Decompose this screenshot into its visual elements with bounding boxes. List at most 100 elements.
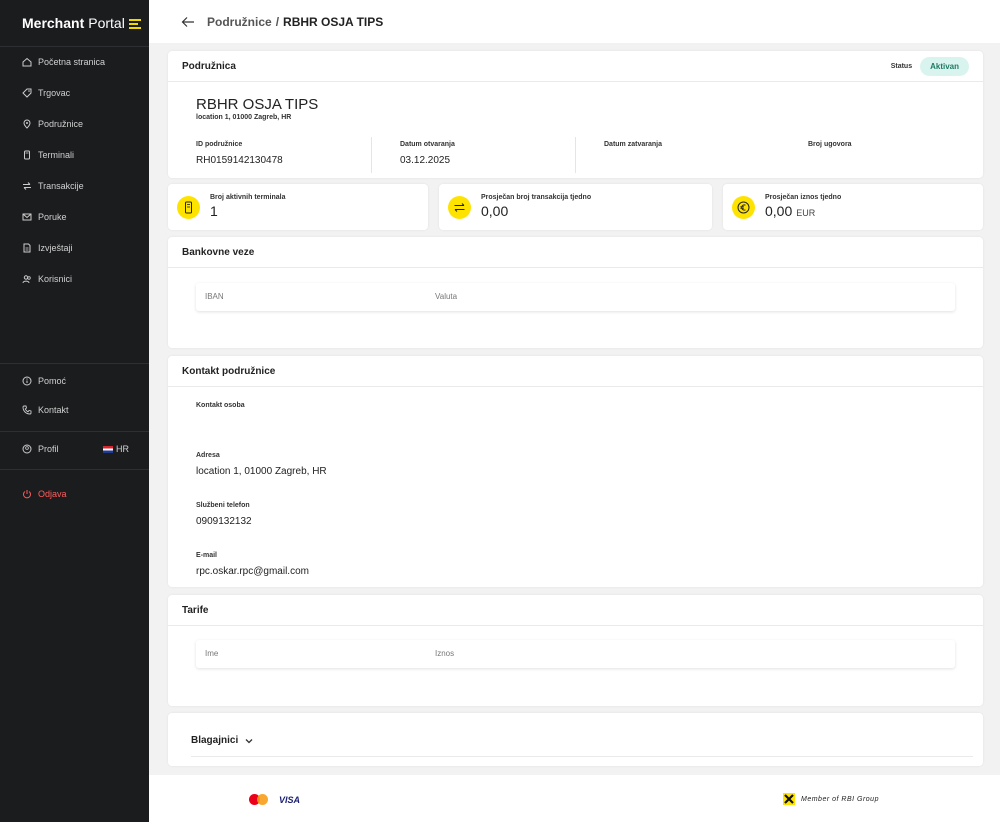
field-label: Datum zatvaranja [604,141,662,148]
sidebar-item-reports[interactable]: Izvještaji [22,243,73,253]
users-icon [22,274,32,284]
language-selector[interactable]: HR [103,444,129,454]
brand-name-light: Portal [88,15,125,31]
power-icon [22,489,32,499]
terminal-icon [177,196,200,219]
sidebar-item-contact[interactable]: Kontakt [22,405,69,415]
branch-name: RBHR OSJA TIPS [196,96,319,113]
sidebar-item-label: Početna stranica [38,57,106,67]
sidebar-divider [0,469,149,470]
brand: Merchant Portal [0,0,149,47]
cashiers-expander[interactable]: Blagajnici [191,735,254,746]
closed-date-field: Datum zatvaranja [604,137,662,177]
field-label: Datum otvaranja [400,141,455,148]
field-value: RH0159142130478 [196,155,283,166]
sidebar-item-label: Transakcije [38,181,84,191]
cashiers-card: Blagajnici [168,713,983,766]
profile-icon [22,444,32,454]
help-icon [22,376,32,386]
sidebar-item-branches[interactable]: Podružnice [22,119,83,129]
sidebar-item-messages[interactable]: Poruke [22,212,67,222]
email-value: rpc.oskar.rpc@gmail.com [196,566,309,577]
status-label: Status [890,63,913,70]
section-title: Bankovne veze [182,246,255,258]
column-header-currency: Valuta [435,292,458,301]
breadcrumb-parent[interactable]: Podružnice [207,15,272,29]
breadcrumb-current: RBHR OSJA TIPS [283,14,384,29]
card-header: Bankovne veze [168,237,983,268]
field-value: 03.12.2025 [400,155,451,166]
home-icon [22,57,32,67]
sidebar-item-label: Korisnici [38,274,73,284]
address-value: location 1, 01000 Zagreb, HR [196,466,327,477]
sidebar-item-label: Terminali [38,150,75,160]
topbar: Podružnice / RBHR OSJA TIPS [149,0,1000,43]
phone-icon [22,405,32,415]
phone-label: Službeni telefon [196,502,250,509]
opened-date-field: Datum otvaranja 03.12.2025 [400,137,455,177]
column-divider [371,137,372,173]
rbi-text: Member of RBI Group [801,795,879,803]
section-title: Tarife [182,604,209,616]
menu-toggle-icon[interactable] [129,19,141,29]
stat-label: Prosječan iznos tjedno [765,194,842,201]
contract-number-field: Broj ugovora [808,137,852,177]
breadcrumb-separator: / [275,14,280,29]
stat-card-avg-amount: Prosječan iznos tjedno 0,00 EUR [723,184,983,230]
sidebar-item-help[interactable]: Pomoć [22,376,66,386]
status-group: Status Aktivan [891,57,969,76]
sidebar-item-terminals[interactable]: Terminali [22,150,74,160]
sidebar-item-merchant[interactable]: Trgovac [22,88,70,98]
stat-value: 0,00 [481,203,509,219]
language-code: HR [116,444,129,454]
brand-name-bold: Merchant [22,15,85,31]
field-label: ID podružnice [196,141,243,148]
stat-card-active-terminals: Broj aktivnih terminala 1 [168,184,428,230]
bank-connections-card: Bankovne veze IBAN Valuta [168,237,983,348]
sidebar-item-transactions[interactable]: Transakcije [22,181,84,191]
section-title: Blagajnici [191,735,239,746]
back-arrow-icon[interactable] [181,15,195,29]
status-badge: Aktivan [920,57,969,76]
mail-icon [22,212,32,222]
column-header-iban: IBAN [205,292,224,301]
section-title: Kontakt podružnice [182,365,276,377]
sidebar: Merchant Portal Početna stranica Trgovac… [0,0,149,822]
sidebar-item-label: Profil [38,444,59,454]
sidebar-item-label: Kontakt [38,405,69,415]
sidebar-item-users[interactable]: Korisnici [22,274,72,284]
divider [191,756,973,757]
sidebar-item-label: Poruke [38,212,67,222]
chevron-down-icon [245,738,253,743]
column-header-name: Ime [205,649,219,658]
footer: VISA Member of RBI Group [149,775,1000,822]
sidebar-divider [0,363,149,364]
section-title: Podružnica [182,60,236,72]
column-divider [575,137,576,173]
address-label: Adresa [196,452,220,459]
tariffs-table-header: Ime Iznos [196,640,955,668]
bank-table-header: IBAN Valuta [196,283,955,311]
column-header-amount: Iznos [435,649,455,658]
report-icon [22,243,32,253]
sidebar-item-label: Trgovac [38,88,71,98]
logout-button[interactable]: Odjava [22,489,67,499]
sidebar-item-home[interactable]: Početna stranica [22,57,105,67]
stat-label: Broj aktivnih terminala [210,194,286,201]
sidebar-item-label: Pomoć [38,376,67,386]
stat-card-avg-transactions: Prosječan broj transakcija tjedno 0,00 [439,184,712,230]
visa-logo: VISA [279,795,301,805]
branch-contact-card: Kontakt podružnice Kontakt osoba Adresa … [168,356,983,587]
sidebar-item-label: Izvještaji [38,243,73,253]
sidebar-divider [0,431,149,432]
sidebar-item-label: Podružnice [38,119,84,129]
mastercard-logo-icon [249,794,269,806]
contact-person-label: Kontakt osoba [196,402,245,409]
branch-address-short: location 1, 01000 Zagreb, HR [196,114,292,121]
sidebar-item-profile[interactable]: Profil [22,444,59,454]
email-label: E-mail [196,552,218,559]
rbi-badge: Member of RBI Group [783,793,879,805]
branch-id-field: ID podružnice RH0159142130478 [196,137,283,177]
stat-label: Prosječan broj transakcija tjedno [481,194,592,201]
tag-icon [22,88,32,98]
